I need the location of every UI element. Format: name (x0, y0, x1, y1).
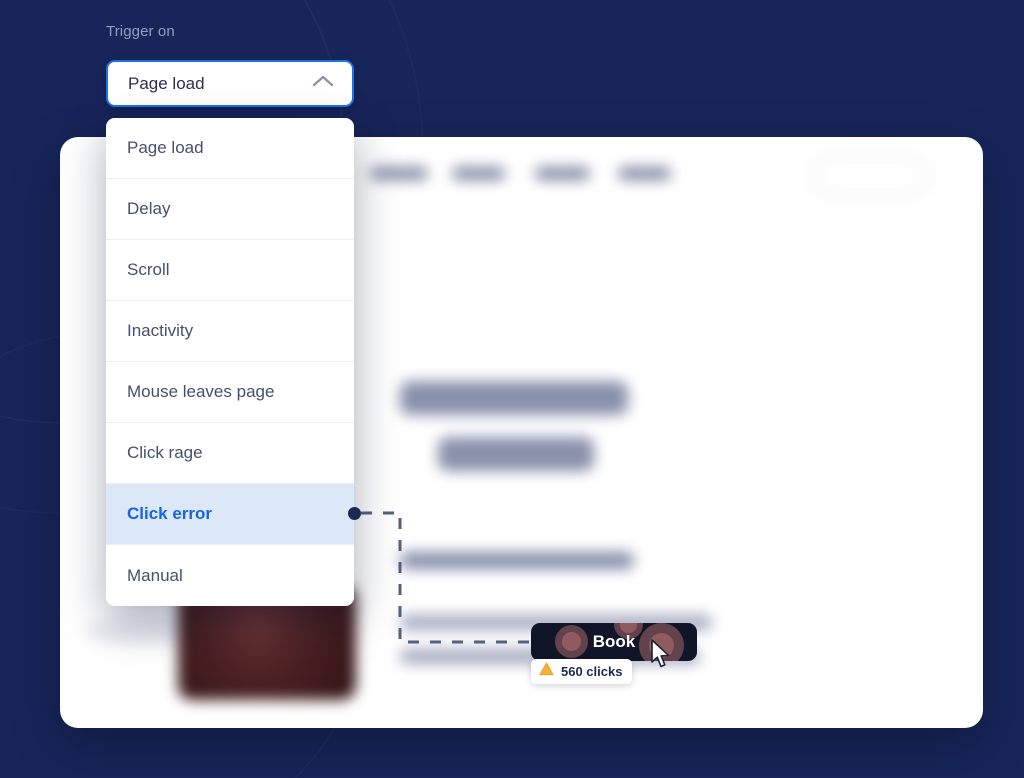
trigger-on-label: Trigger on (106, 23, 175, 40)
trigger-dropdown-menu[interactable]: Page load Delay Scroll Inactivity Mouse … (106, 118, 354, 606)
element-tooltip[interactable]: Book (531, 623, 697, 661)
dropdown-option-scroll[interactable]: Scroll (106, 240, 354, 301)
dropdown-option-delay[interactable]: Delay (106, 179, 354, 240)
trigger-select-value: Page load (128, 73, 205, 93)
chevron-up-icon[interactable] (312, 74, 334, 93)
preview-nav-button (812, 155, 928, 197)
preview-nav-item (535, 167, 590, 180)
preview-nav-item (618, 167, 671, 180)
dropdown-option-mouse-leaves-page[interactable]: Mouse leaves page (106, 362, 354, 423)
clicks-badge-text: 560 clicks (561, 664, 623, 679)
dropdown-option-click-error[interactable]: Click error (106, 484, 354, 545)
mouse-cursor-icon (650, 639, 672, 674)
preview-nav-item (452, 167, 505, 180)
preview-hero-heading-line (400, 381, 628, 415)
connector-anchor-dot (348, 507, 361, 520)
preview-subheading-line (400, 552, 634, 569)
preview-hero-heading-line (438, 437, 594, 471)
screen-root: Trigger on Page load Page load Delay Scr… (0, 0, 1024, 778)
dropdown-option-page-load[interactable]: Page load (106, 118, 354, 179)
clicks-badge: 560 clicks (531, 659, 633, 684)
dropdown-option-manual[interactable]: Manual (106, 545, 354, 606)
dropdown-option-inactivity[interactable]: Inactivity (106, 301, 354, 362)
tooltip-label: Book (592, 632, 636, 651)
trigger-select[interactable]: Page load (106, 60, 354, 107)
dropdown-option-click-rage[interactable]: Click rage (106, 423, 354, 484)
preview-nav-item (370, 167, 428, 180)
warning-triangle-icon (539, 662, 554, 681)
